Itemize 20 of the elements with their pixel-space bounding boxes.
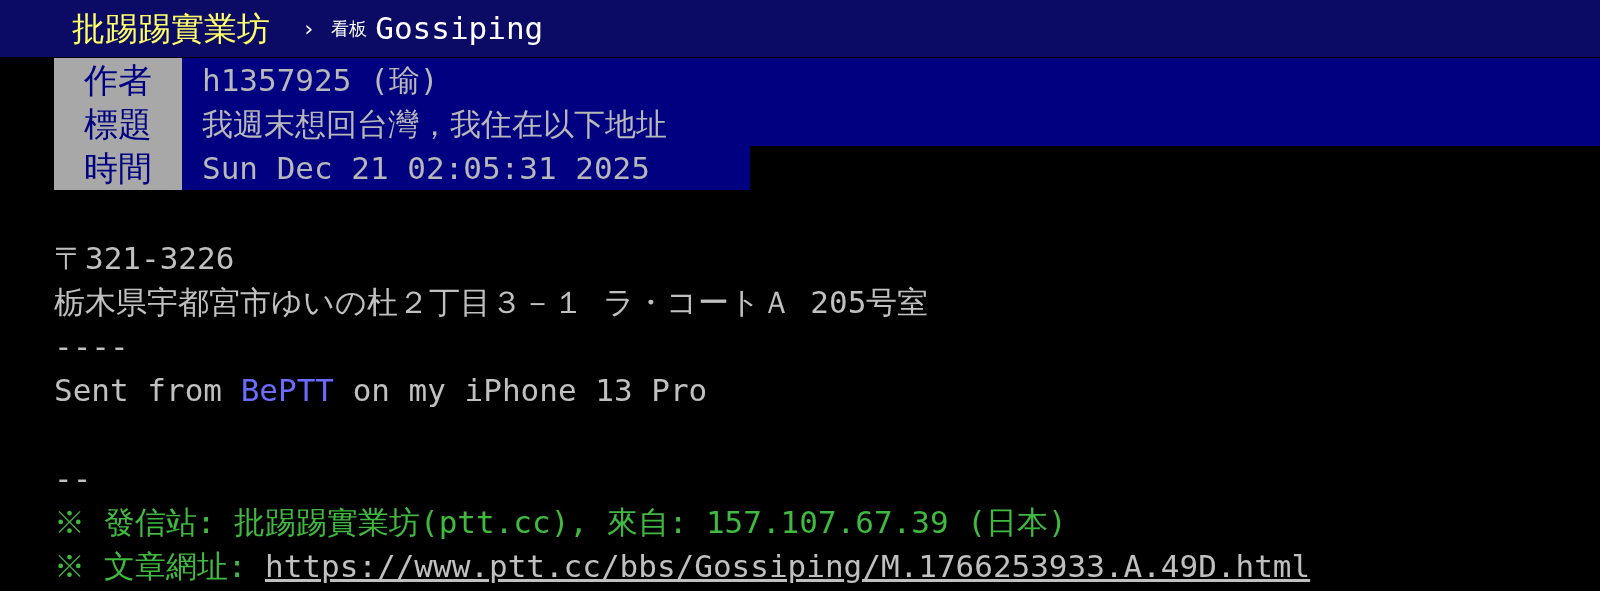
post-text: ---- [54,327,129,366]
app-link[interactable]: BePTT [240,368,334,412]
meta-value: Sun Dec 21 02:05:31 2025 [182,146,750,190]
meta-label: 作者 [54,58,182,102]
post-text: 〒321-3226 [54,239,235,278]
board-label: 看板 [331,17,368,41]
meta-label: 標題 [54,102,182,146]
site-title-link[interactable]: 批踢踢實業坊 [72,12,270,45]
signature-text: ※ 發信站: 批踢踢實業坊(ptt.cc), 來自: 157.107.67.39 (日本) [54,503,1067,542]
meta-label: 時間 [54,146,182,190]
post-text: -- [54,459,92,498]
board-name-link[interactable]: Gossiping [375,5,544,52]
meta-value: 我週末想回台灣，我住在以下地址 [182,102,1600,146]
breadcrumb-separator: › [302,15,316,43]
post-text: on my iPhone 13 Pro [351,371,708,410]
post-text: Sent from [54,371,223,410]
meta-value: h1357925 (瑜) [182,58,1600,102]
article-url-link[interactable]: https://www.ptt.cc/bbs/Gossiping/M.1766253933.A.49D.html [265,544,1311,588]
post-text: 栃木県宇都宮市ゆいの杜２丁目３－１ ラ・コートＡ 205号室 [54,283,929,322]
signature-text: ※ 文章網址: [54,547,248,586]
